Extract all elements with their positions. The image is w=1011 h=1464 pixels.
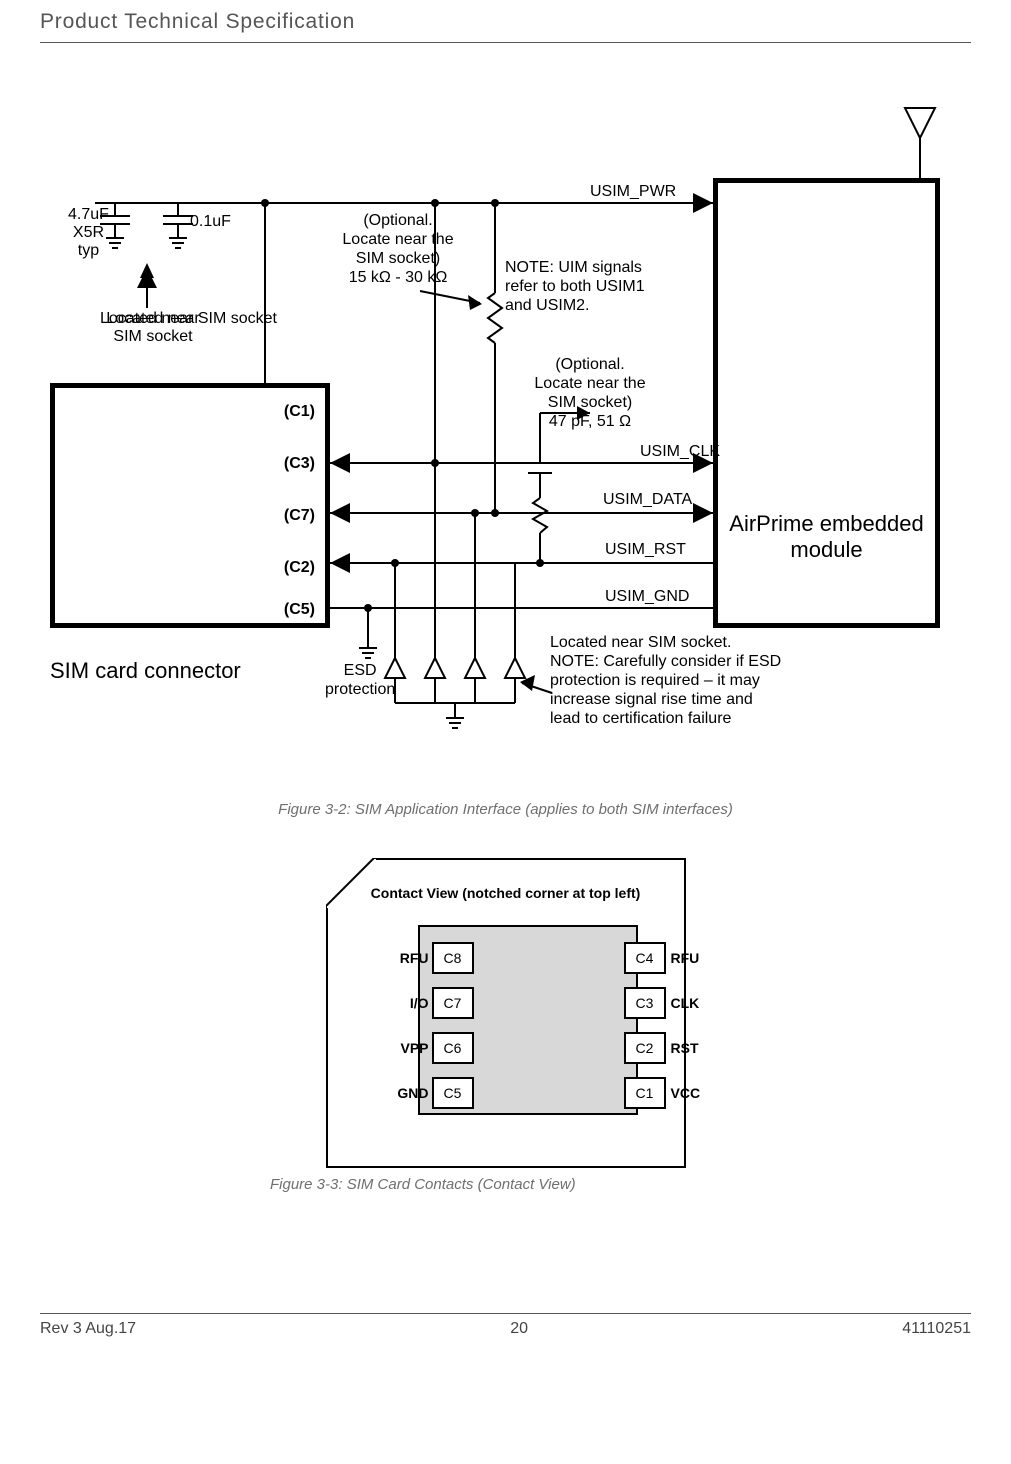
esd-note: Located near SIM socket. NOTE: Carefully… <box>550 633 781 728</box>
signal-pwr: USIM_PWR <box>590 183 676 201</box>
contact-view-title: Contact View (notched corner at top left… <box>328 885 684 901</box>
uim-note: NOTE: UIM signals refer to both USIM1 an… <box>505 258 645 315</box>
contact-label-right: RFU <box>668 942 708 974</box>
cap1-type: X5R <box>73 224 104 241</box>
page-footer: Rev 3 Aug.17 20 41110251 <box>40 1313 971 1338</box>
sim-contacts-block: RFU C8 C4 RFU I/O C7 C3 CLK <box>418 925 638 1115</box>
signal-clk: USIM_CLK <box>640 443 720 461</box>
contact-row: RFU C8 C4 RFU <box>420 942 636 974</box>
footer-left: Rev 3 Aug.17 <box>40 1320 136 1338</box>
contact-label-right: RST <box>668 1032 708 1064</box>
contact-row: GND C5 C1 VCC <box>420 1077 636 1109</box>
esd-label: ESD protection <box>325 661 395 699</box>
sim-application-diagram: AirPrime embedded module (C1) (C3) (C7) … <box>50 103 950 793</box>
contact-label-left: I/O <box>392 987 432 1019</box>
signal-gnd: USIM_GND <box>605 588 689 606</box>
figure-3-2-caption: Figure 3-2: SIM Application Interface (a… <box>40 801 971 818</box>
cap-location-note: Located near SIM socket <box>97 310 209 346</box>
cap2-val: 0.1uF <box>190 213 231 231</box>
contact-label-right: VCC <box>668 1077 708 1109</box>
cap1-val: 4.7uF <box>68 206 109 223</box>
footer-center: 20 <box>510 1320 528 1338</box>
contact-pin: C7 <box>432 987 474 1019</box>
contact-pin: C3 <box>624 987 666 1019</box>
optional-cap-note: (Optional. Locate near the SIM socket) 4… <box>510 355 670 431</box>
contact-pin: C8 <box>432 942 474 974</box>
figure-3-3-caption: Figure 3-3: SIM Card Contacts (Contact V… <box>270 1176 770 1193</box>
contact-label-left: GND <box>392 1077 432 1109</box>
sim-card-contact-view: Contact View (notched corner at top left… <box>326 858 686 1168</box>
signal-data: USIM_DATA <box>603 491 692 509</box>
contact-pin: C1 <box>624 1077 666 1109</box>
contact-row: I/O C7 C3 CLK <box>420 987 636 1019</box>
contact-pin: C2 <box>624 1032 666 1064</box>
signal-rst: USIM_RST <box>605 541 686 559</box>
schematic-wires <box>50 103 950 803</box>
contact-row: VPP C6 C2 RST <box>420 1032 636 1064</box>
contact-label-left: VPP <box>392 1032 432 1064</box>
contact-label-right: CLK <box>668 987 708 1019</box>
footer-right: 41110251 <box>902 1320 971 1338</box>
contact-pin: C6 <box>432 1032 474 1064</box>
optional-resistor-note: (Optional. Locate near the SIM socket) 1… <box>318 211 478 287</box>
page-title: Product Technical Specification <box>40 10 971 42</box>
contact-label-left: RFU <box>392 942 432 974</box>
cap1-typ: typ <box>78 242 99 259</box>
contact-pin: C5 <box>432 1077 474 1109</box>
header-divider <box>40 42 971 43</box>
contact-pin: C4 <box>624 942 666 974</box>
